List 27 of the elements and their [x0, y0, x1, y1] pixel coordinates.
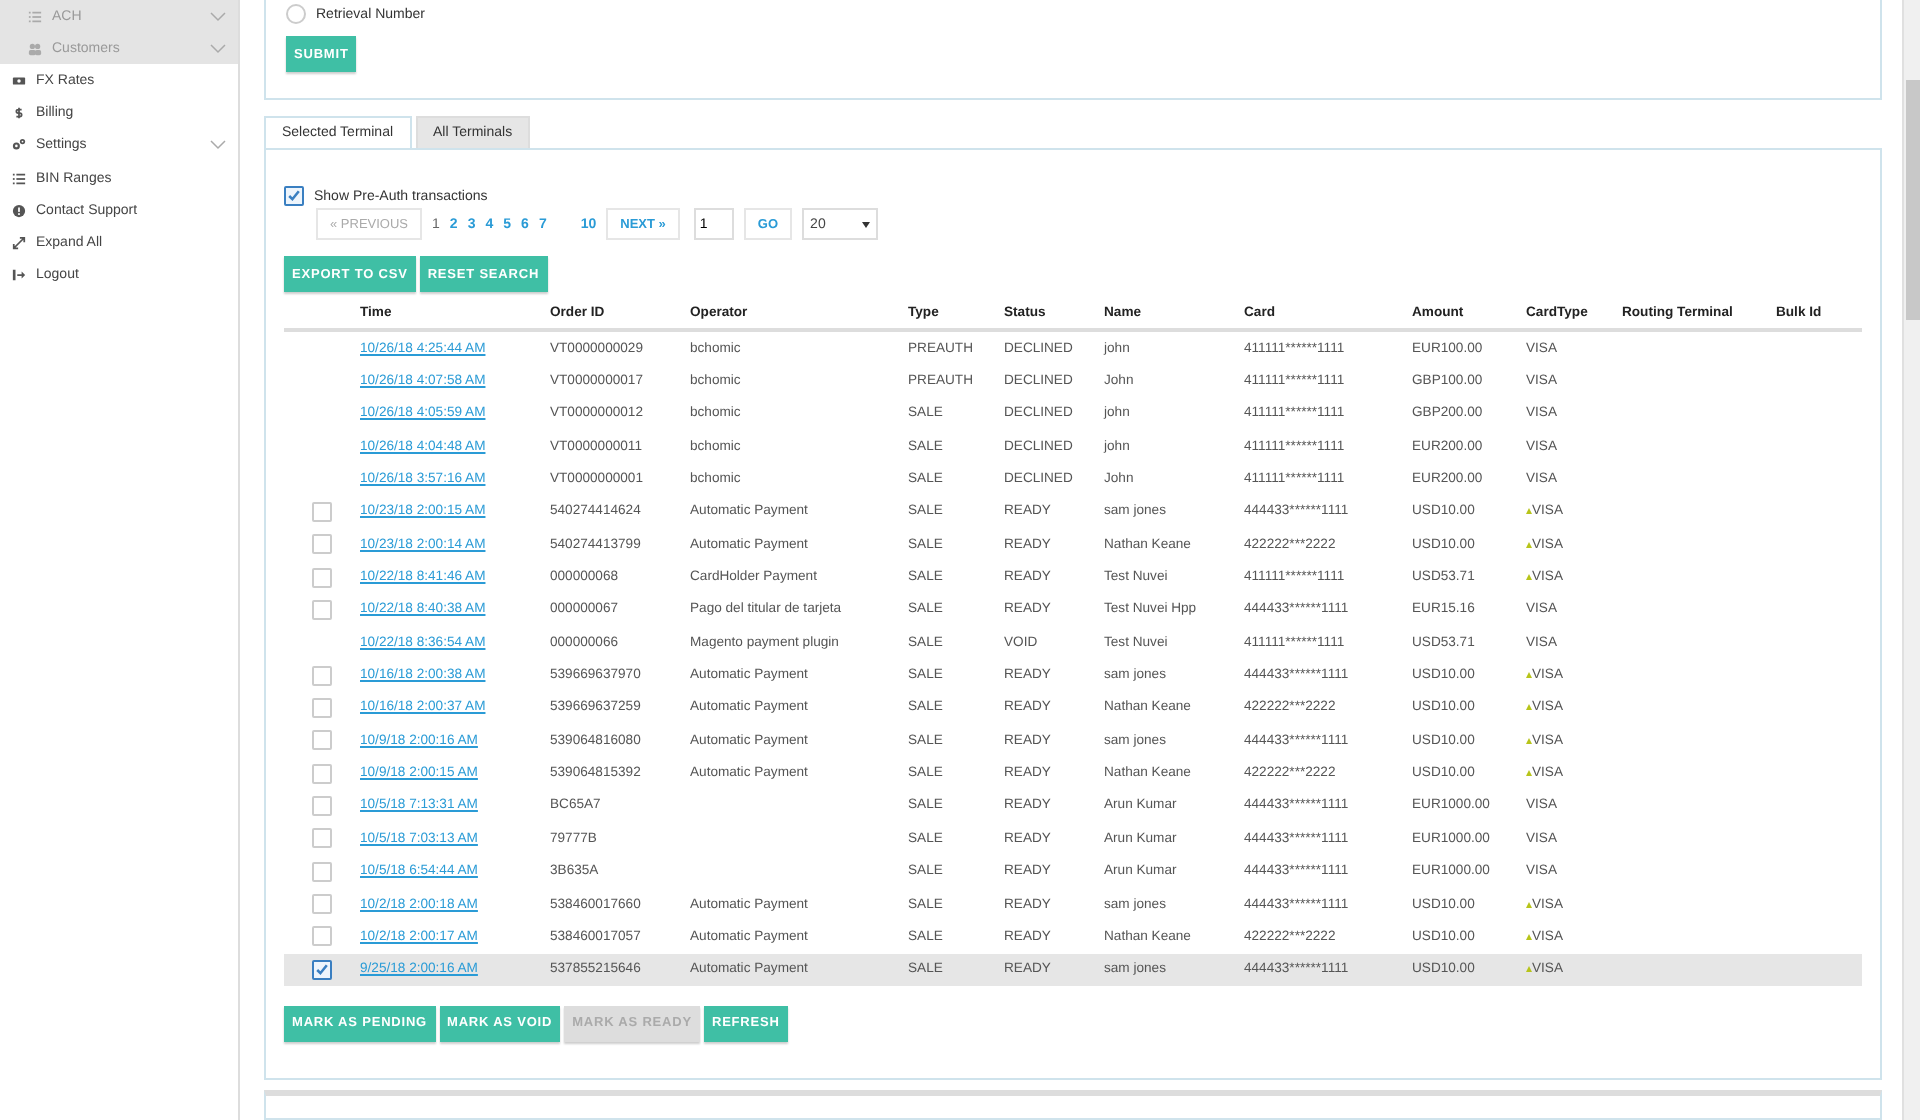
caret-icon [862, 221, 871, 227]
checkbox[interactable] [312, 599, 332, 620]
list-icon [12, 171, 26, 186]
people-icon [28, 41, 42, 55]
checkbox[interactable] [312, 501, 332, 522]
radio-button[interactable] [286, 4, 306, 24]
checkbox[interactable] [312, 534, 332, 555]
dollar-icon [12, 105, 26, 120]
checkbox[interactable] [312, 567, 332, 588]
checkbox[interactable] [312, 926, 332, 947]
scrollbar[interactable] [1902, 0, 1920, 1120]
checkbox[interactable] [312, 763, 332, 784]
checkbox[interactable] [312, 861, 332, 882]
checkbox[interactable] [312, 894, 332, 915]
scrollbar-thumb[interactable] [1906, 80, 1920, 320]
checkbox[interactable] [312, 730, 332, 751]
checkbox[interactable] [284, 186, 304, 206]
checkbox[interactable] [312, 828, 332, 849]
list-icon [28, 9, 42, 23]
logout-icon [12, 268, 26, 283]
checkbox[interactable] [312, 665, 332, 686]
gears-icon [12, 138, 26, 153]
checkbox[interactable] [312, 697, 332, 718]
banknote-icon [12, 73, 26, 88]
expand-icon [12, 236, 26, 251]
checkbox[interactable] [312, 959, 332, 980]
checkbox[interactable] [312, 795, 332, 816]
